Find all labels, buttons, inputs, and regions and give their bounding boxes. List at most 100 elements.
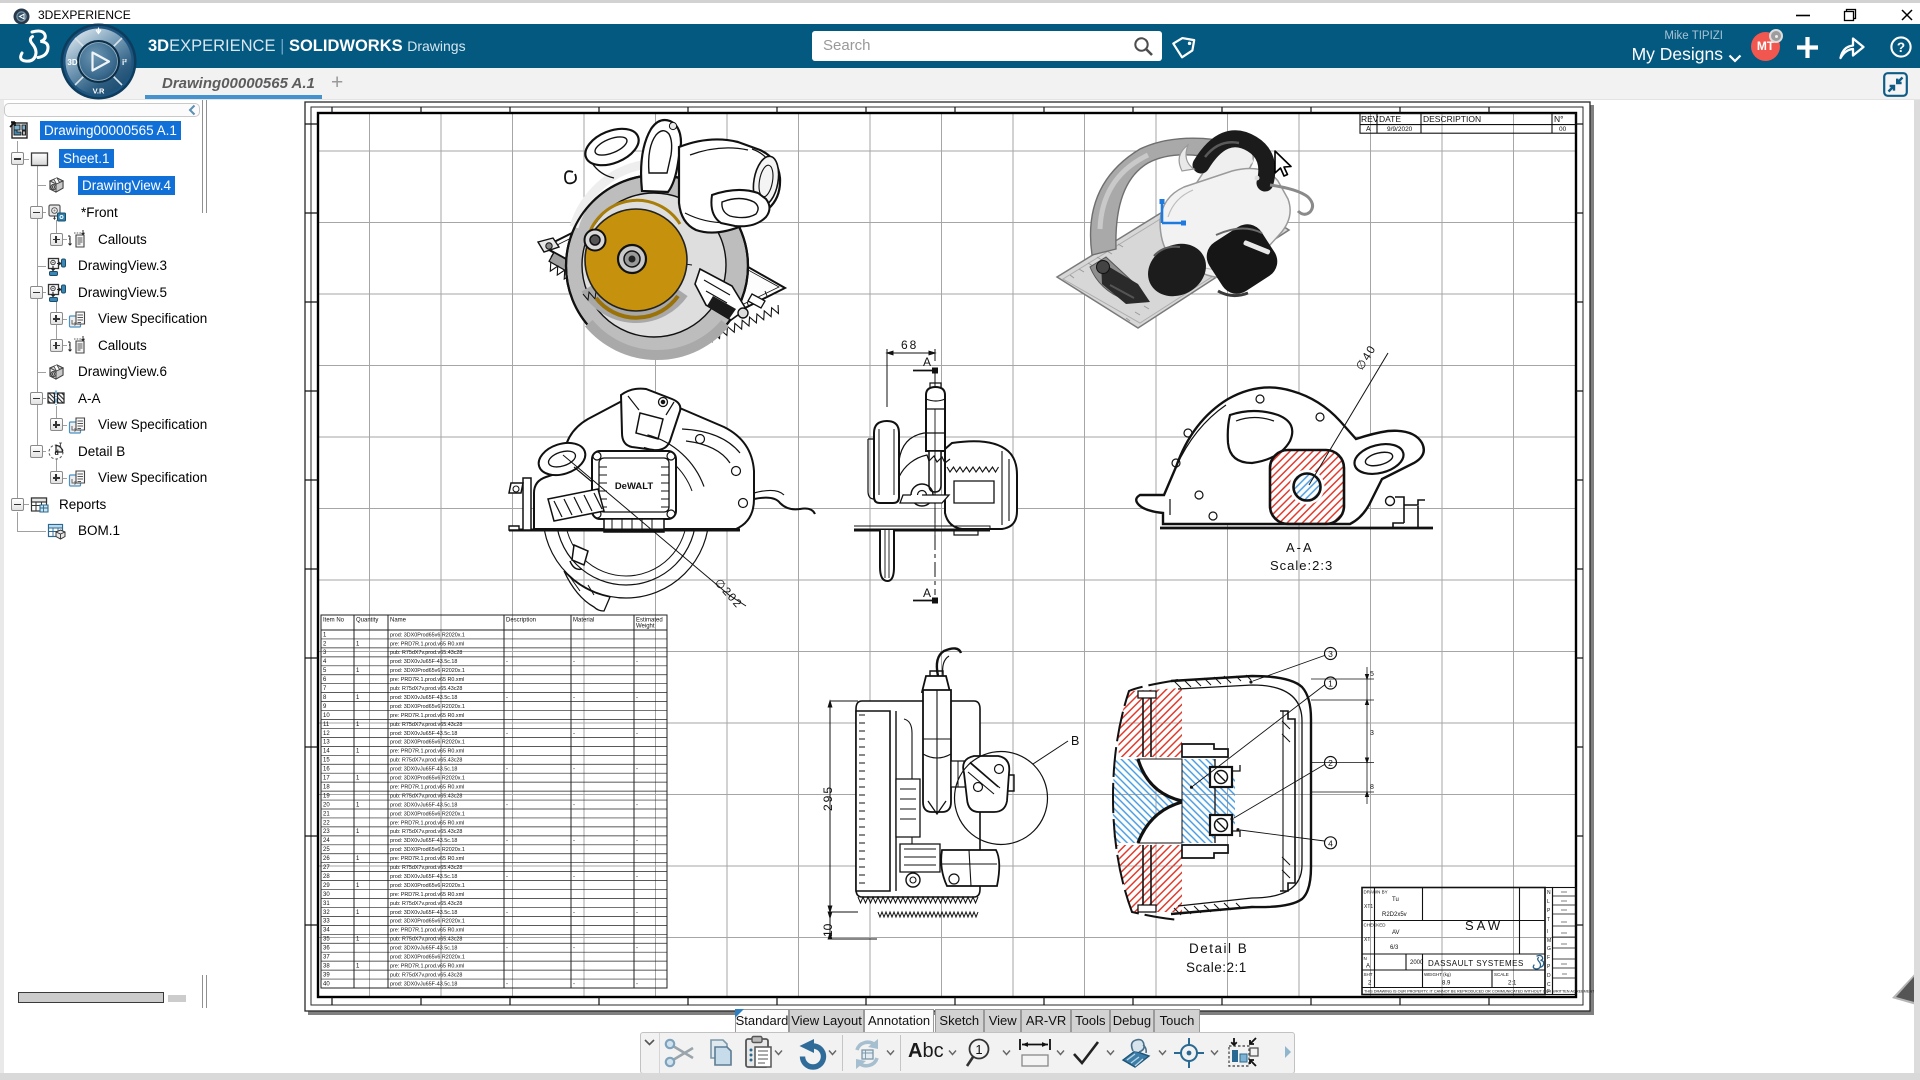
svg-text:-: - [636,731,638,737]
svg-text:pre: PRD7R.1.prod.v65 R0.xml: pre: PRD7R.1.prod.v65 R0.xml [390,749,464,755]
svg-text:-: - [506,695,508,701]
svg-text:-: - [636,695,638,701]
svg-text:pre: PRD7R.1.prod.v65 R0.xml: pre: PRD7R.1.prod.v65 R0.xml [390,641,464,647]
svg-text:XT1: XT1 [1364,904,1373,910]
svg-text:17: 17 [323,776,330,782]
svg-text:prod: 3DX0Prod65v6 R2020x.1: prod: 3DX0Prod65v6 R2020x.1 [390,632,465,638]
svg-text:prod: 3DX0Prod65v6 R2020x.1: prod: 3DX0Prod65v6 R2020x.1 [390,883,465,889]
svg-text:-: - [573,874,575,880]
svg-text:i²: i² [122,58,127,67]
svg-text:11: 11 [323,722,330,728]
svg-text:26: 26 [323,856,330,862]
svg-text:-: - [573,802,575,808]
svg-text:DeWALT: DeWALT [615,481,654,492]
svg-text:-: - [573,910,575,916]
svg-text:prod: 3DX0vJu65F-43.5c.18: prod: 3DX0vJu65F-43.5c.18 [390,802,457,808]
svg-text:Quantity: Quantity [356,618,378,624]
svg-text:16: 16 [323,767,330,773]
svg-text:prod: 3DX0vJu65F-43.5c.18: prod: 3DX0vJu65F-43.5c.18 [390,981,457,987]
svg-text:pre: PRD7R.1.prod.v65 R0.xml: pre: PRD7R.1.prod.v65 R0.xml [390,820,464,826]
svg-text:-: - [506,802,508,808]
svg-text:pre: PRD7R.1.prod.v65 R0.xml: pre: PRD7R.1.prod.v65 R0.xml [390,928,464,934]
svg-text:SHT: SHT [1364,972,1373,977]
svg-text:-: - [636,838,638,844]
svg-text:9/9/2020: 9/9/2020 [1387,126,1413,133]
svg-text:R2D2x5v: R2D2x5v [1382,912,1407,918]
svg-text:pub: R75dX7v.prod.v65.43c28: pub: R75dX7v.prod.v65.43c28 [390,722,462,728]
svg-text:prod: 3DX0Prod65v6 R2020x.1: prod: 3DX0Prod65v6 R2020x.1 [390,740,465,746]
svg-text:D: D [1547,973,1551,979]
svg-text:prod: 3DX0Prod65v6 R2020x.1: prod: 3DX0Prod65v6 R2020x.1 [390,811,465,817]
svg-text:30: 30 [323,892,330,898]
svg-text:N: N [1364,956,1367,961]
svg-text:31: 31 [323,901,330,907]
svg-text:L: L [1547,899,1550,905]
svg-text:pub: R75dX7v.prod.v65.43c28: pub: R75dX7v.prod.v65.43c28 [390,972,462,978]
svg-text:38: 38 [323,963,330,969]
svg-text:18: 18 [323,784,330,790]
svg-text:21: 21 [323,811,330,817]
svg-text:5: 5 [1370,671,1374,678]
svg-text:prod: 3DX0Prod65v6 R2020x.1: prod: 3DX0Prod65v6 R2020x.1 [390,704,465,710]
svg-text:pre: PRD7R.1.prod.v65 R0.xml: pre: PRD7R.1.prod.v65 R0.xml [390,677,464,683]
svg-text:F: F [1547,989,1550,995]
svg-text:Item No: Item No [323,618,345,624]
svg-text:N: N [1547,890,1551,896]
svg-text:8: 8 [1370,784,1374,791]
svg-text:prod: 3DX0vJu65F-43.5c.18: prod: 3DX0vJu65F-43.5c.18 [390,731,457,737]
svg-text:6/3: 6/3 [1390,945,1399,951]
svg-text:pub: R75dX7v.prod.v65.43c28: pub: R75dX7v.prod.v65.43c28 [390,901,462,907]
svg-text:-: - [573,838,575,844]
svg-text:1: 1 [975,1042,982,1057]
svg-text:-: - [636,946,638,952]
svg-text:12: 12 [323,731,330,737]
svg-text:Name: Name [390,618,407,624]
svg-text:295: 295 [821,785,835,811]
svg-text:-: - [506,767,508,773]
svg-text:-: - [636,981,638,987]
svg-text:10: 10 [323,713,330,719]
svg-text:G: G [1547,946,1551,952]
svg-text:pub: R75dX7v.prod.v65.43c28: pub: R75dX7v.prod.v65.43c28 [390,829,462,835]
svg-text:prod: 3DX0vJu65F-43.5c.18: prod: 3DX0vJu65F-43.5c.18 [390,695,457,701]
svg-text:Description: Description [506,618,536,624]
svg-text:3: 3 [1370,730,1374,737]
svg-text:DESCRIPTION: DESCRIPTION [1423,114,1481,124]
svg-text:2: 2 [1328,758,1333,768]
svg-text:V.R: V.R [93,87,105,96]
svg-text:pre: PRD7R.1.prod.v65 R0.xml: pre: PRD7R.1.prod.v65 R0.xml [390,963,464,969]
svg-text:-: - [636,767,638,773]
svg-text:Detail B: Detail B [1189,941,1248,956]
svg-text:pre: PRD7R.1.prod.v65 R0.xml: pre: PRD7R.1.prod.v65 R0.xml [390,892,464,898]
svg-text:-: - [573,946,575,952]
svg-text:19: 19 [323,793,330,799]
svg-text:?: ? [1897,40,1905,55]
svg-text:1: 1 [1328,679,1333,689]
svg-text:-: - [506,910,508,916]
svg-text:Tu: Tu [1392,897,1399,903]
svg-text:F: F [1547,955,1550,961]
svg-text:DATE: DATE [1379,114,1401,124]
svg-text:3: 3 [1328,649,1333,659]
svg-text:24: 24 [323,838,330,844]
svg-text:36: 36 [323,946,330,952]
svg-text:prod: 3DX0Prod65v6 R2020x.1: prod: 3DX0Prod65v6 R2020x.1 [390,919,465,925]
svg-text:DRAWN BY: DRAWN BY [1364,890,1388,895]
svg-text:prod: 3DX0Prod65v6 R2020x.1: prod: 3DX0Prod65v6 R2020x.1 [390,776,465,782]
svg-text:14: 14 [323,749,330,755]
svg-text:20: 20 [323,802,330,808]
svg-text:prod: 3DX0Prod65v6 R2020x.1: prod: 3DX0Prod65v6 R2020x.1 [390,847,465,853]
svg-text:-: - [573,981,575,987]
svg-text:Weight: Weight [636,624,655,630]
svg-text:pre: PRD7R.1.prod.v65 R0.xml: pre: PRD7R.1.prod.v65 R0.xml [390,713,464,719]
svg-text:35: 35 [323,937,330,943]
svg-text:SAW: SAW [1465,918,1503,933]
svg-text:00: 00 [1559,126,1567,133]
svg-text:A: A [1366,964,1370,970]
svg-text:REV: REV [1361,114,1379,124]
svg-text:prod: 3DX0vJu65F-43.5c.18: prod: 3DX0vJu65F-43.5c.18 [390,659,457,665]
svg-text:13: 13 [323,740,330,746]
svg-text:A: A [923,586,931,600]
svg-text:37: 37 [323,955,330,961]
svg-text:39: 39 [323,972,330,978]
